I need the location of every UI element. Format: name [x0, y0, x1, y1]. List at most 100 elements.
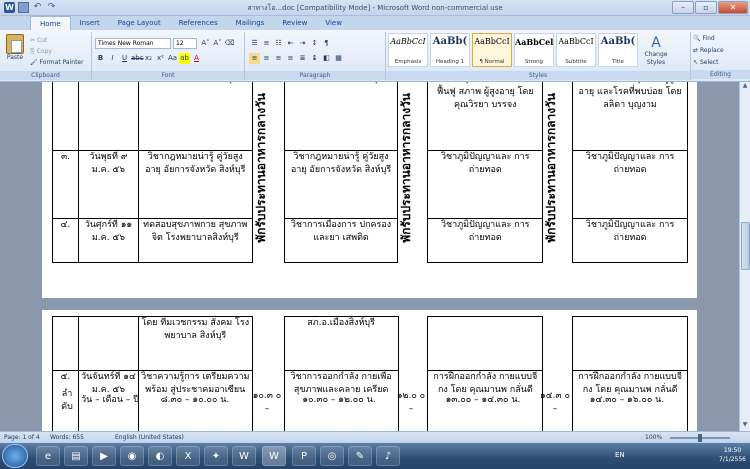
- header-break-3: ๑๔.๓ ๐ –: [540, 391, 570, 414]
- align-center-icon[interactable]: ≡: [261, 53, 272, 64]
- align-left-icon[interactable]: ≡: [249, 53, 260, 64]
- document-area[interactable]: ๒๗ ม.ค. ๕๖ วิทยาลัยอาชีว สิงห์บุรี พักรั…: [0, 82, 739, 431]
- cell-session-1: โดย ทีมเวชกรรม สังคม โรงพยาบาล สิงห์บุรี: [137, 316, 253, 371]
- firefox-icon[interactable]: ◐: [148, 446, 172, 466]
- replace-button[interactable]: ⇄ Replace: [693, 45, 724, 57]
- show-marks-icon[interactable]: ¶: [321, 38, 332, 49]
- bullets-icon[interactable]: ☰: [249, 38, 260, 49]
- start-button[interactable]: [2, 444, 28, 468]
- network-app-icon[interactable]: ◎: [320, 446, 344, 466]
- cut-button[interactable]: ✂ Cut: [30, 35, 84, 46]
- style-title[interactable]: AaBb(Title: [598, 33, 638, 67]
- table-row: ๓. วันพุธที่ ๙ ม.ค. ๕๖ วิชากฎหมายน่ารู้ …: [52, 150, 688, 219]
- tab-home[interactable]: Home: [30, 16, 71, 30]
- shading-icon[interactable]: ◧: [321, 53, 332, 64]
- cell-session-3: ส่งเสริมสุขภาพ ป้องกันโรค ฟื้นฟู สภาพ ผู…: [427, 82, 544, 151]
- numbering-icon[interactable]: ≡: [261, 38, 272, 49]
- folder-icon[interactable]: ▤: [64, 446, 88, 466]
- superscript-icon[interactable]: x²: [155, 53, 166, 64]
- scroll-thumb[interactable]: [741, 222, 750, 270]
- tab-mailings[interactable]: Mailings: [227, 16, 274, 30]
- media-icon[interactable]: ♪: [376, 446, 400, 466]
- media-player-icon[interactable]: ▶: [92, 446, 116, 466]
- format-painter-label: Format Painter: [39, 59, 84, 66]
- minimize-button[interactable]: –: [672, 1, 694, 14]
- multilevel-icon[interactable]: ☷: [273, 38, 284, 49]
- word-taskbar-icon[interactable]: W: [232, 446, 256, 466]
- decrease-indent-icon[interactable]: ⇤: [285, 38, 296, 49]
- break-column-3: พักรับประทานอาหารกลางวัน: [542, 82, 574, 263]
- style-emphasis[interactable]: AaBbCcI Emphasis: [388, 33, 428, 67]
- ie-icon[interactable]: e: [36, 446, 60, 466]
- copy-button[interactable]: ⎘ Copy: [30, 46, 84, 57]
- language-bar[interactable]: EN: [615, 451, 625, 459]
- font-color-icon[interactable]: A: [191, 53, 202, 64]
- title-bar: W ↶ ↷ สาทางโอ...doc [Compatibility Mode]…: [0, 0, 750, 16]
- find-button[interactable]: 🔍 Find: [693, 33, 724, 45]
- style-heading-1[interactable]: AaBb(Heading 1: [430, 33, 470, 67]
- highlight-icon[interactable]: ab: [179, 53, 190, 64]
- paste-button[interactable]: Paste: [3, 34, 27, 67]
- ribbon: Paste ✂ Cut ⎘ Copy 🖌 Format Painter Clip…: [0, 30, 750, 82]
- style-normal[interactable]: AaBbCcI ¶ Normal: [472, 33, 512, 67]
- powerpoint-icon[interactable]: P: [292, 446, 316, 466]
- chrome-icon[interactable]: ◉: [120, 446, 144, 466]
- ribbon-tabs: Home Insert Page Layout References Maili…: [0, 16, 750, 30]
- paragraph-group-label: Paragraph: [245, 71, 385, 80]
- editing-group-label: Editing: [691, 70, 750, 79]
- window-title: สาทางโอ...doc [Compatibility Mode] - Mic…: [247, 4, 503, 12]
- close-button[interactable]: ✕: [718, 1, 748, 14]
- maximize-button[interactable]: ▫: [695, 1, 717, 14]
- font-size-select[interactable]: 12: [173, 38, 197, 49]
- cell-date: วันพุธที่ ๙ ม.ค. ๕๖: [77, 150, 139, 219]
- break-column-1: พักรับประทานอาหารกลางวัน: [251, 82, 285, 263]
- cell-no: [52, 316, 79, 371]
- page-count[interactable]: Page: 1 of 4: [4, 432, 40, 443]
- zoom-slider[interactable]: [670, 434, 730, 442]
- underline-icon[interactable]: U: [119, 53, 130, 64]
- zoom-level[interactable]: 100%: [645, 432, 662, 443]
- font-group: Times New Roman 12 A˄ A˅ ⌫ B I U abc x₂ …: [92, 32, 245, 80]
- borders-icon[interactable]: ▦: [333, 53, 344, 64]
- tab-insert[interactable]: Insert: [71, 16, 109, 30]
- tab-references[interactable]: References: [170, 16, 227, 30]
- style-subtitle[interactable]: AaBbCcI Subtitle: [556, 33, 596, 67]
- tab-review[interactable]: Review: [273, 16, 316, 30]
- style-strong[interactable]: AaBbCel Strong: [514, 33, 554, 67]
- bold-icon[interactable]: B: [95, 53, 106, 64]
- subscript-icon[interactable]: x₂: [143, 53, 154, 64]
- font-family-select[interactable]: Times New Roman: [95, 38, 171, 49]
- vertical-scrollbar[interactable]: ▲ ▼: [739, 82, 750, 431]
- word-count[interactable]: Words: 655: [50, 432, 84, 443]
- clock[interactable]: 19:50 7/1/2556: [719, 446, 746, 464]
- italic-icon[interactable]: I: [107, 53, 118, 64]
- increase-indent-icon[interactable]: ⇥: [297, 38, 308, 49]
- excel-icon[interactable]: X: [176, 446, 200, 466]
- language-indicator[interactable]: English (United States): [115, 432, 184, 443]
- cell-session-3: วิชาภูมิปัญญาและ การถ่ายทอด: [427, 150, 544, 219]
- strikethrough-icon[interactable]: abc: [131, 53, 144, 64]
- scroll-down-icon[interactable]: ▼: [740, 421, 750, 431]
- clear-format-icon[interactable]: ⌫: [224, 38, 235, 49]
- paint-icon[interactable]: ✎: [348, 446, 372, 466]
- line-spacing-icon[interactable]: ↨: [309, 53, 320, 64]
- grow-font-icon[interactable]: A˄: [200, 38, 211, 49]
- cell-session-4: [572, 316, 688, 371]
- tab-view[interactable]: View: [316, 16, 351, 30]
- align-right-icon[interactable]: ≡: [273, 53, 284, 64]
- format-painter-button[interactable]: 🖌 Format Painter: [30, 57, 84, 68]
- zoom-slider-handle[interactable]: [698, 434, 702, 442]
- shrink-font-icon[interactable]: A˅: [212, 38, 223, 49]
- sort-icon[interactable]: ↕: [309, 38, 320, 49]
- justify-icon[interactable]: ≡: [285, 53, 296, 64]
- scroll-up-icon[interactable]: ▲: [740, 82, 750, 92]
- app-icon[interactable]: ✦: [204, 446, 228, 466]
- clipboard-group: Paste ✂ Cut ⎘ Copy 🖌 Format Painter Clip…: [0, 32, 92, 80]
- tab-page-layout[interactable]: Page Layout: [109, 16, 170, 30]
- change-case-icon[interactable]: Aa: [167, 53, 178, 64]
- style-name: ¶ Normal: [479, 59, 505, 65]
- change-styles-button[interactable]: A Change Styles: [640, 33, 672, 67]
- distributed-icon[interactable]: ≣: [297, 53, 308, 64]
- word-active-icon[interactable]: W: [262, 446, 286, 466]
- select-button[interactable]: ↖ Select: [693, 57, 724, 69]
